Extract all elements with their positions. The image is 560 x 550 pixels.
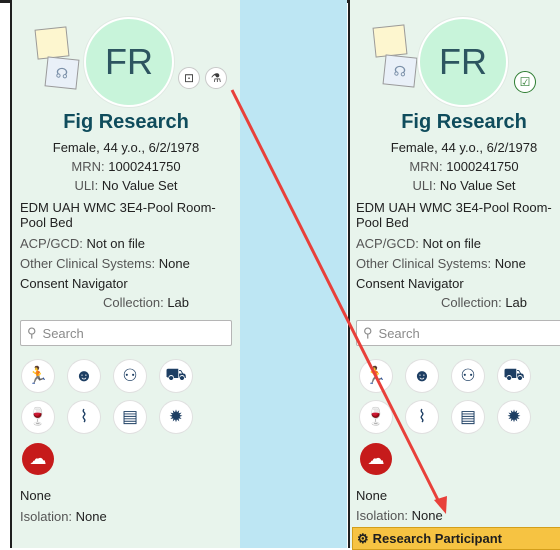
other-systems-row[interactable]: Other Clinical Systems: None [20,256,190,271]
location-line-2: Pool Bed [20,215,73,230]
acp-value: Not on file [86,236,146,251]
sticky-note-icon [372,24,408,58]
acp-row[interactable]: ACP/GCD: Not on file [20,236,145,251]
acp-label: ACP/GCD: [20,236,83,251]
smoking-icon[interactable]: ⌇ [406,401,438,433]
none-text: None [20,488,52,503]
other-systems-label: Other Clinical Systems: [356,256,492,271]
avatar-initials: FR [105,41,153,82]
mrn-label: MRN: [71,159,105,174]
collection-row: Collection: Lab [390,295,560,310]
patient-panel-after: ☊ FR ☑ Fig Research Female, 44 y.o., 6/2… [348,0,560,548]
running-icon[interactable]: 🏃 [360,360,392,392]
drink-icon[interactable]: 🍷 [22,401,54,433]
consent-navigator-link[interactable]: Consent Navigator [356,276,464,291]
uli-label: ULI: [74,178,99,193]
banner-label: Research Participant [372,531,502,546]
virus-icon[interactable]: ✹ [498,401,530,433]
uli-value: No Value Set [101,178,178,193]
alert-icon[interactable]: ☁ [22,443,54,475]
collection-row: Collection: Lab [52,295,240,310]
running-icon[interactable]: 🏃 [22,360,54,392]
acp-value: Not on file [422,236,482,251]
patient-panel-before: ☊ FR ⊡ ⚗ Fig Research Female, 44 y.o., 6… [10,0,240,548]
patient-name: Fig Research [401,111,527,133]
search-input[interactable]: ⚲ Search [20,320,232,346]
head-icon[interactable]: ☻ [406,360,438,392]
car-icon[interactable]: ⛟ [498,360,530,392]
money-icon[interactable]: ▤ [452,401,484,433]
gear-icon: ⚙ [357,530,369,546]
avatar-initials: FR [439,41,487,82]
sticky-note-icon [34,26,70,60]
avatar: FR [418,17,508,107]
consent-navigator-link[interactable]: Consent Navigator [20,276,128,291]
search-input[interactable]: ⚲ Search [356,320,560,346]
alert-icon[interactable]: ☁ [360,443,392,475]
uli-value: No Value Set [439,178,516,193]
mrn-row: MRN: 1000241750 [12,159,240,174]
mrn-value: 1000241750 [446,159,519,174]
patient-name: Fig Research [63,111,189,133]
researcher-icon[interactable]: ⚗ [205,67,227,89]
money-icon[interactable]: ▤ [114,401,146,433]
patient-demographics: Female, 44 y.o., 6/2/1978 [52,140,200,155]
virus-icon[interactable]: ✹ [160,401,192,433]
avatar: FR [84,17,174,107]
smoking-icon[interactable]: ⌇ [68,401,100,433]
family-icon[interactable]: ⚇ [114,360,146,392]
stethoscope-icon: ☊ [44,56,80,90]
divider-gap [238,0,347,548]
search-placeholder: Search [378,325,420,341]
location-line-2: Pool Bed [356,215,409,230]
search-icon: ⚲ [27,325,37,340]
location-line-1: EDM UAH WMC 3E4-Pool Room- [20,200,216,215]
monitor-checked-icon[interactable]: ☑ [514,71,536,93]
family-icon[interactable]: ⚇ [452,360,484,392]
research-participant-banner[interactable]: ⚙ Research Participant [352,527,560,550]
stethoscope-icon: ☊ [382,54,418,88]
mrn-label: MRN: [409,159,443,174]
isolation-value: None [75,509,107,524]
search-icon: ⚲ [363,325,373,340]
isolation-row: Isolation: None [20,509,107,524]
other-systems-label: Other Clinical Systems: [20,256,156,271]
patient-demographics: Female, 44 y.o., 6/2/1978 [390,140,538,155]
uli-row: ULI: No Value Set [12,178,240,193]
drink-icon[interactable]: 🍷 [360,401,392,433]
other-systems-value: None [158,256,190,271]
car-icon[interactable]: ⛟ [160,360,192,392]
isolation-value: None [411,508,443,523]
isolation-label: Isolation: [20,509,73,524]
monitor-icon[interactable]: ⊡ [178,67,200,89]
collection-value: Lab [505,295,528,310]
none-text: None [356,488,388,503]
acp-row[interactable]: ACP/GCD: Not on file [356,236,481,251]
mrn-value: 1000241750 [108,159,181,174]
collection-label: Collection: [440,295,502,310]
other-systems-row[interactable]: Other Clinical Systems: None [356,256,526,271]
head-icon[interactable]: ☻ [68,360,100,392]
isolation-row: Isolation: None [356,508,443,523]
acp-label: ACP/GCD: [356,236,419,251]
mrn-row: MRN: 1000241750 [350,159,560,174]
collection-value: Lab [167,295,190,310]
other-systems-value: None [494,256,526,271]
location-line-1: EDM UAH WMC 3E4-Pool Room- [356,200,552,215]
uli-label: ULI: [412,178,437,193]
collection-label: Collection: [102,295,164,310]
search-placeholder: Search [42,325,84,341]
isolation-label: Isolation: [356,508,409,523]
uli-row: ULI: No Value Set [350,178,560,193]
